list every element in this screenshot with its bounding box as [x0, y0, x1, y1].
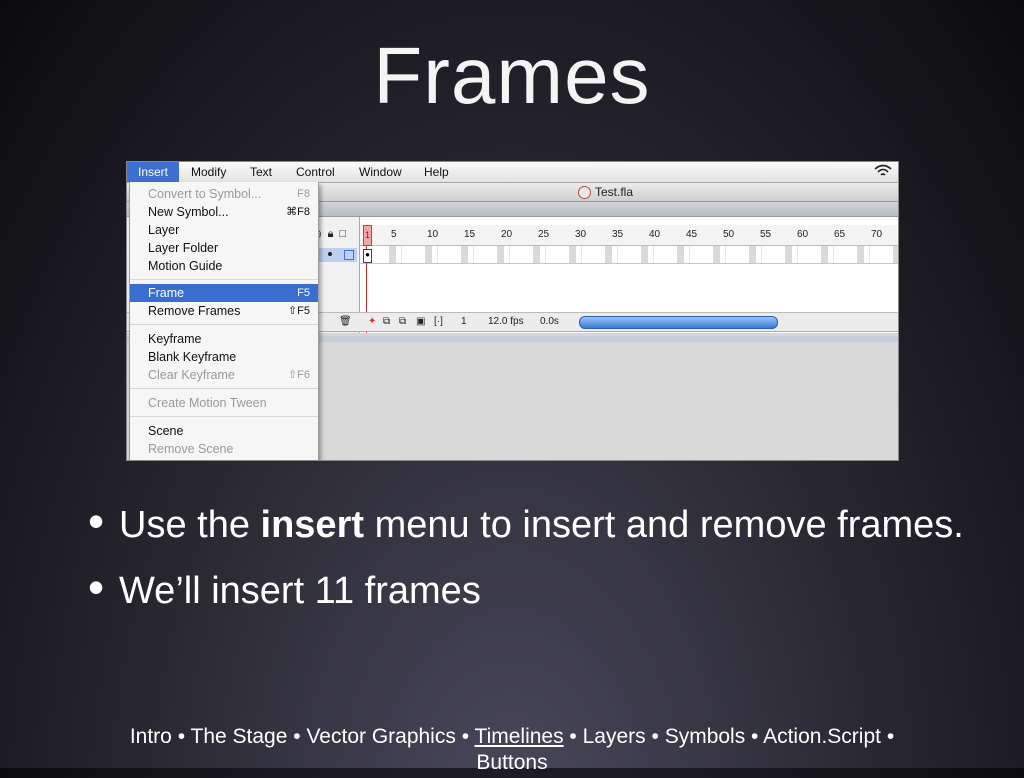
document-title: Test.fla [595, 185, 634, 199]
menu-item-scene[interactable]: Scene [130, 422, 318, 440]
menu-item-remove-scene[interactable]: Remove Scene [130, 440, 318, 458]
footer-link-vector-graphics[interactable]: Vector Graphics [306, 725, 455, 748]
menu-separator [130, 388, 318, 389]
footer-link-buttons[interactable]: Buttons [476, 751, 547, 774]
ruler-tick: 10 [427, 229, 439, 240]
bullet-item: Use the insert menu to insert and remove… [88, 496, 988, 550]
elapsed-time: 0.0s [540, 316, 559, 327]
menu-window[interactable]: Window [359, 165, 402, 179]
menu-item-create-motion-tween[interactable]: Create Motion Tween [130, 394, 318, 412]
ruler-tick: 55 [760, 229, 772, 240]
menu-item-new-symbol[interactable]: New Symbol... ⌘F8 [130, 203, 318, 221]
frame-rate: 12.0 fps [488, 316, 524, 327]
timeline-scrollbar[interactable] [579, 316, 778, 329]
ruler-tick: 70 [871, 229, 883, 240]
ruler-tick: 25 [538, 229, 550, 240]
menu-item-remove-frames[interactable]: Remove Frames ⇧F5 [130, 302, 318, 320]
lock-icon[interactable]: 🔒︎ [328, 228, 334, 240]
wifi-icon[interactable] [874, 164, 892, 178]
edit-multiple-icon[interactable]: ▣ [416, 316, 425, 327]
menubar: Insert Modify Text Control Window Help [127, 162, 898, 183]
insert-menu: Convert to Symbol... F8 New Symbol... ⌘F8 … [129, 182, 319, 460]
layer-frames-row[interactable] [360, 246, 898, 264]
menu-modify[interactable]: Modify [191, 165, 226, 179]
ruler-tick: 15 [464, 229, 476, 240]
menu-item-clear-keyframe[interactable]: Clear Keyframe ⇧F6 [130, 366, 318, 384]
ruler-tick: 65 [834, 229, 846, 240]
menu-separator [130, 416, 318, 417]
menu-item-layer[interactable]: Layer [130, 221, 318, 239]
flash-screenshot: Insert Modify Text Control Window Help T… [126, 161, 899, 461]
trash-icon[interactable]: 🗑︎ [339, 316, 352, 327]
footer-link-timelines[interactable]: Timelines [475, 725, 564, 748]
menu-insert[interactable]: Insert [127, 162, 179, 182]
outline-icon[interactable]: □ [339, 228, 346, 240]
ruler-tick: 20 [501, 229, 513, 240]
footer-link-actionscript[interactable]: Action.Script [763, 725, 881, 748]
ruler-tick: 60 [797, 229, 809, 240]
bullet-item: We’ll insert 11 frames [88, 562, 988, 616]
frame-ruler[interactable]: 1 5 10 15 20 25 30 35 40 45 50 55 60 65 … [360, 225, 898, 246]
menu-item-frame[interactable]: Frame F5 [130, 284, 318, 302]
bullet-list: Use the insert menu to insert and remove… [88, 496, 988, 632]
footer-link-layers[interactable]: Layers [583, 725, 646, 748]
ruler-tick: 30 [575, 229, 587, 240]
menu-separator [130, 324, 318, 325]
menu-item-convert-to-symbol[interactable]: Convert to Symbol... F8 [130, 185, 318, 203]
ruler-tick: 40 [649, 229, 661, 240]
ruler-tick: 35 [612, 229, 624, 240]
menu-text[interactable]: Text [250, 165, 272, 179]
footer-link-intro[interactable]: Intro [130, 725, 172, 748]
onion-skin-icon[interactable]: ⧉ [383, 316, 390, 327]
menu-item-motion-guide[interactable]: Motion Guide [130, 257, 318, 275]
ruler-tick: 5 [391, 229, 397, 240]
menu-separator [130, 279, 318, 280]
menu-help[interactable]: Help [424, 165, 449, 179]
footer-link-stage[interactable]: The Stage [191, 725, 288, 748]
center-frame-icon[interactable]: ✦ [368, 316, 376, 327]
menu-control[interactable]: Control [296, 165, 335, 179]
ruler-tick: 45 [686, 229, 698, 240]
menu-item-blank-keyframe[interactable]: Blank Keyframe [130, 348, 318, 366]
current-frame: 1 [461, 316, 467, 327]
footer-nav-overflow: Buttons [0, 748, 1024, 778]
keyframe[interactable]: ● [363, 249, 372, 263]
onion-outline-icon[interactable]: ⧉ [399, 316, 406, 327]
outline-square-icon[interactable] [344, 250, 354, 260]
visibility-dot-icon[interactable] [328, 252, 332, 256]
ruler-tick: 50 [723, 229, 735, 240]
slide-title: Frames [373, 31, 651, 120]
onion-markers-icon[interactable]: [·] [434, 316, 443, 327]
playhead[interactable]: 1 [363, 225, 372, 246]
menu-item-keyframe[interactable]: Keyframe [130, 330, 318, 348]
menu-item-layer-folder[interactable]: Layer Folder [130, 239, 318, 257]
fla-file-icon [578, 186, 591, 199]
footer-link-symbols[interactable]: Symbols [665, 725, 746, 748]
